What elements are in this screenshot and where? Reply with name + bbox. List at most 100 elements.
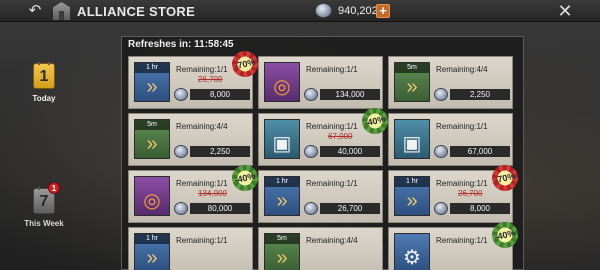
price-row[interactable]: 134,000 bbox=[304, 88, 380, 101]
speedup-chevron-icon: » bbox=[146, 76, 158, 98]
top-bar: ↶ ALLIANCE STORE 940,202 + ✕ bbox=[0, 0, 600, 22]
store-item-card[interactable]: ◎ Remaining:1/1 134,000 bbox=[258, 56, 383, 109]
speedup-chevron-icon: » bbox=[276, 247, 288, 269]
item-icon-frame: ◎ bbox=[264, 62, 300, 102]
item-icon-frame: 1 hr » bbox=[394, 176, 430, 216]
item-icon-frame: 5m » bbox=[394, 62, 430, 102]
alliance-coin-icon bbox=[434, 88, 448, 101]
discount-badge: -40% bbox=[359, 105, 391, 137]
store-item-card[interactable]: ▣ Remaining:1/1 67,000 bbox=[388, 113, 513, 166]
remaining-count: Remaining:4/4 bbox=[176, 122, 228, 131]
remaining-count: Remaining:1/1 bbox=[436, 236, 488, 245]
back-arrow-icon[interactable]: ↶ bbox=[26, 3, 44, 19]
store-item-card[interactable]: ⚙ Remaining:1/1 -40% bbox=[388, 219, 521, 270]
tab-this-week-label: This Week bbox=[24, 219, 64, 228]
speedup-chevron-icon: » bbox=[406, 190, 418, 212]
building-icon: ▣ bbox=[402, 133, 422, 155]
tab-today[interactable]: 1 Today bbox=[22, 62, 66, 103]
item-icon-frame: ⚙ bbox=[394, 233, 430, 270]
price-row[interactable]: 8,000 bbox=[434, 202, 510, 215]
add-currency-button[interactable]: + bbox=[376, 4, 390, 18]
alliance-coin-icon bbox=[174, 145, 188, 158]
price-row[interactable]: 67,000 bbox=[434, 145, 510, 158]
store-item-card[interactable]: 5m » Remaining:4/4 bbox=[258, 227, 383, 270]
item-icon-frame: ▣ bbox=[394, 119, 430, 159]
refresh-timer: Refreshes in: 11:58:45 bbox=[128, 39, 234, 50]
price-value: 80,000 bbox=[190, 203, 250, 214]
item-icon-frame: 1 hr » bbox=[134, 62, 170, 102]
store-item-card[interactable]: ◎ Remaining:1/1 134,000 80,000 -40% bbox=[128, 162, 261, 223]
speedup-chevron-icon: » bbox=[146, 247, 158, 269]
tab-this-week[interactable]: 7 1 This Week bbox=[22, 182, 66, 228]
remaining-count: Remaining:1/1 bbox=[306, 122, 358, 131]
remaining-count: Remaining:1/1 bbox=[306, 179, 358, 188]
store-item-card[interactable]: 1 hr » Remaining:1/1 bbox=[128, 227, 253, 270]
currency-amount: 940,202 bbox=[338, 5, 378, 17]
discount-badge: -40% bbox=[229, 162, 261, 194]
price-row[interactable]: 26,700 bbox=[304, 202, 380, 215]
item-duration: 1 hr bbox=[135, 234, 169, 244]
item-duration: 5m bbox=[265, 234, 299, 244]
original-price: 26,700 bbox=[458, 189, 483, 198]
item-duration: 5m bbox=[395, 63, 429, 73]
price-value: 40,000 bbox=[320, 146, 380, 157]
remaining-count: Remaining:4/4 bbox=[436, 65, 488, 74]
speedup-chevron-icon: » bbox=[146, 133, 158, 155]
item-icon-frame: 5m » bbox=[264, 233, 300, 270]
store-item-card[interactable]: 5m » Remaining:4/4 2,250 bbox=[128, 113, 253, 166]
store-icon bbox=[53, 2, 70, 20]
alliance-coin-icon bbox=[304, 145, 318, 158]
store-item-card[interactable]: 1 hr » Remaining:1/1 26,700 bbox=[258, 170, 383, 223]
price-row[interactable]: 8,000 bbox=[174, 88, 250, 101]
item-duration: 1 hr bbox=[395, 177, 429, 187]
calendar-icon: 1 bbox=[33, 62, 55, 89]
alliance-coin-icon bbox=[174, 202, 188, 215]
remaining-count: Remaining:1/1 bbox=[306, 65, 358, 74]
price-value: 2,250 bbox=[190, 146, 250, 157]
remaining-count: Remaining:1/1 bbox=[436, 179, 488, 188]
alliance-coin-icon bbox=[434, 202, 448, 215]
mech-unit-icon: ⚙ bbox=[403, 247, 421, 269]
store-item-card[interactable]: ▣ Remaining:1/1 67,000 40,000 -40% bbox=[258, 105, 391, 166]
tab-today-label: Today bbox=[32, 94, 56, 103]
price-value: 8,000 bbox=[450, 203, 510, 214]
speedup-chevron-icon: » bbox=[406, 76, 418, 98]
alliance-coin-icon bbox=[304, 202, 318, 215]
page-title: ALLIANCE STORE bbox=[77, 4, 196, 19]
price-value: 26,700 bbox=[320, 203, 380, 214]
price-row[interactable]: 40,000 bbox=[304, 145, 380, 158]
remaining-count: Remaining:1/1 bbox=[176, 179, 228, 188]
price-value: 8,000 bbox=[190, 89, 250, 100]
price-row[interactable]: 2,250 bbox=[434, 88, 510, 101]
remaining-count: Remaining:1/1 bbox=[176, 236, 228, 245]
store-item-card[interactable]: 5m » Remaining:4/4 2,250 bbox=[388, 56, 513, 109]
item-duration: 5m bbox=[135, 120, 169, 130]
alliance-coin-icon bbox=[304, 88, 318, 101]
item-duration: 1 hr bbox=[135, 63, 169, 73]
item-icon-frame: ▣ bbox=[264, 119, 300, 159]
store-item-card[interactable]: 1 hr» Remaining:1/1 26,700 8,000 -70% bbox=[128, 48, 261, 109]
armor-piece-icon: ◎ bbox=[143, 190, 161, 212]
close-icon[interactable]: ✕ bbox=[556, 2, 574, 20]
price-value: 2,250 bbox=[450, 89, 510, 100]
price-value: 134,000 bbox=[320, 89, 380, 100]
original-price: 134,000 bbox=[198, 189, 227, 198]
notification-badge: 1 bbox=[48, 182, 60, 194]
alliance-coin-icon bbox=[434, 145, 448, 158]
item-icon-frame: 1 hr » bbox=[264, 176, 300, 216]
speedup-chevron-icon: » bbox=[276, 190, 288, 212]
price-row[interactable]: 80,000 bbox=[174, 202, 250, 215]
original-price: 26,700 bbox=[198, 75, 223, 84]
alliance-coin-icon bbox=[174, 88, 188, 101]
alliance-coin-icon bbox=[315, 3, 332, 18]
discount-badge: -70% bbox=[489, 162, 521, 194]
item-icon-frame: 1 hr » bbox=[134, 233, 170, 270]
original-price: 67,000 bbox=[328, 132, 353, 141]
price-row[interactable]: 2,250 bbox=[174, 145, 250, 158]
item-icon-frame: ◎ bbox=[134, 176, 170, 216]
item-icon-frame: 5m » bbox=[134, 119, 170, 159]
store-item-card[interactable]: 1 hr » Remaining:1/1 26,700 8,000 -70% bbox=[388, 162, 521, 223]
armor-piece-icon: ◎ bbox=[273, 76, 291, 98]
item-grid: 1 hr» Remaining:1/1 26,700 8,000 -70% ◎ Remain… bbox=[128, 48, 521, 270]
building-icon: ▣ bbox=[272, 133, 292, 155]
